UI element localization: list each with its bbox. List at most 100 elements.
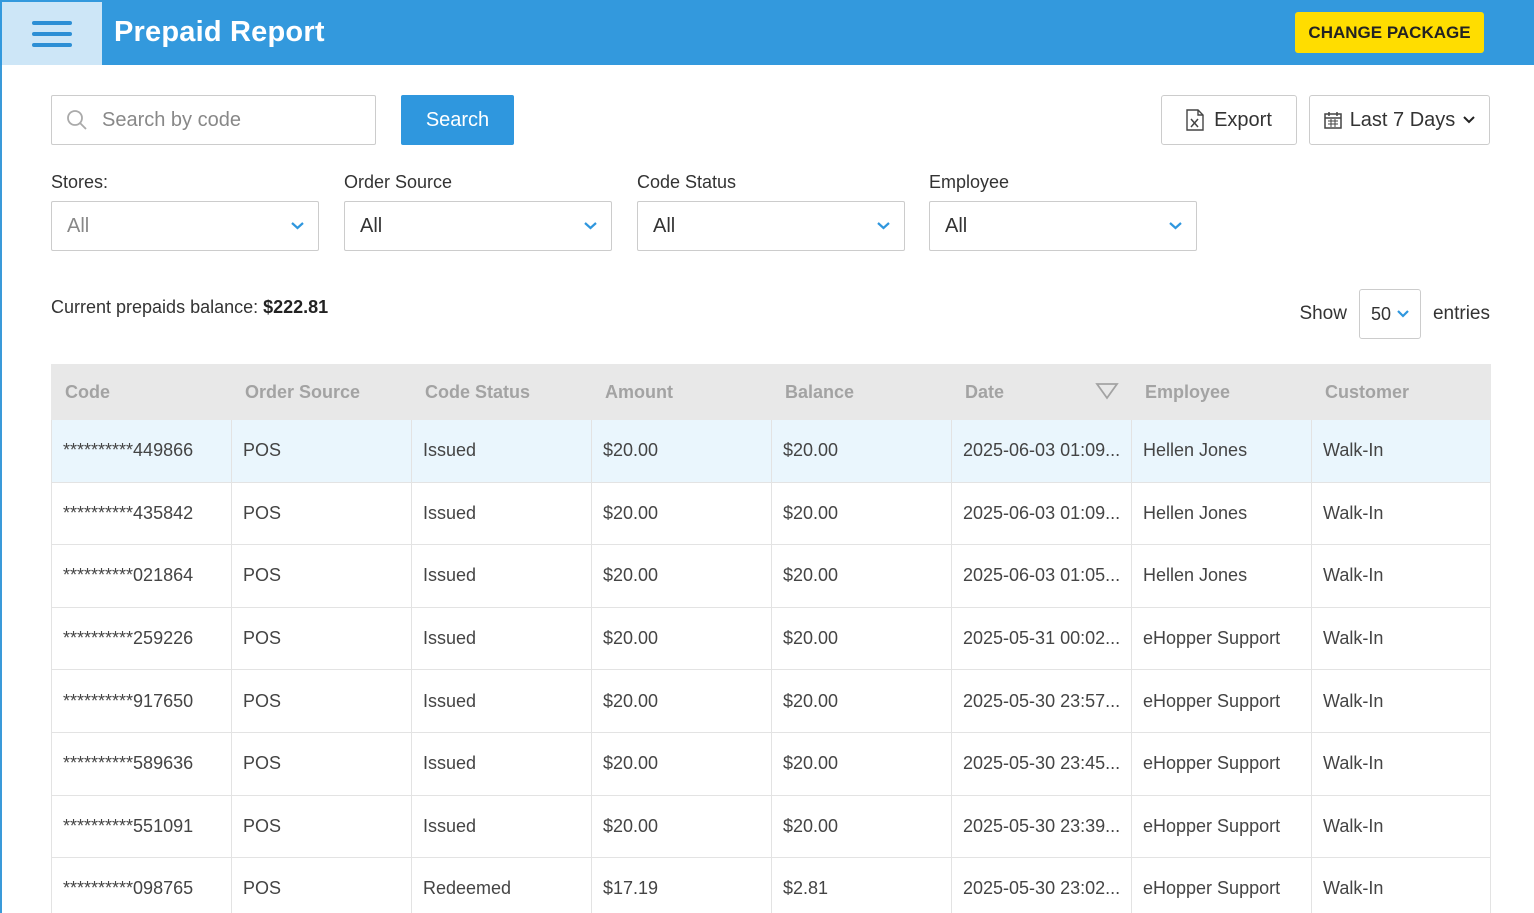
show-label: Show	[1299, 303, 1347, 324]
cell-code-status: Issued	[411, 420, 591, 482]
chevron-down-icon	[877, 222, 890, 230]
cell-order-source: POS	[231, 607, 411, 670]
cell-employee: Hellen Jones	[1131, 420, 1311, 482]
date-range-button[interactable]: Last 7 Days	[1309, 95, 1490, 145]
cell-balance: $20.00	[771, 670, 951, 732]
search-field	[51, 95, 376, 145]
top-bar: Prepaid Report CHANGE PACKAGE	[0, 0, 1534, 65]
column-header-amount[interactable]: Amount	[591, 364, 771, 420]
column-header-order-source[interactable]: Order Source	[231, 364, 411, 420]
table-row[interactable]: **********259226 POS Issued $20.00 $20.00 202…	[51, 607, 1491, 671]
cell-order-source: POS	[231, 858, 411, 913]
cell-date: 2025-05-30 23:45...	[951, 732, 1131, 795]
cell-amount: $20.00	[591, 607, 771, 670]
chevron-down-icon	[1463, 116, 1476, 124]
chevron-down-icon	[291, 222, 304, 230]
entries-select[interactable]: 50	[1358, 289, 1421, 339]
cell-code: **********098765	[51, 858, 231, 913]
order-source-select-value: All	[360, 214, 383, 237]
cell-amount: $20.00	[591, 545, 771, 607]
cell-order-source: POS	[231, 545, 411, 607]
order-source-filter-label: Order Source	[344, 172, 453, 192]
stores-select[interactable]: All	[51, 201, 319, 251]
cell-customer: Walk-In	[1311, 607, 1491, 670]
cell-code-status: Issued	[411, 732, 591, 795]
cell-code-status: Redeemed	[411, 858, 591, 913]
cell-balance: $20.00	[771, 420, 951, 482]
cell-balance: $20.00	[771, 482, 951, 545]
cell-amount: $20.00	[591, 732, 771, 795]
cell-order-source: POS	[231, 420, 411, 482]
cell-employee: eHopper Support	[1131, 670, 1311, 732]
cell-code: **********449866	[51, 420, 231, 482]
change-package-button[interactable]: CHANGE PACKAGE	[1295, 12, 1484, 53]
table-row[interactable]: **********551091 POS Issued $20.00 $20.00 202…	[51, 795, 1491, 859]
table-body: **********449866 POS Issued $20.00 $20.00 202…	[51, 420, 1491, 913]
cell-customer: Walk-In	[1311, 732, 1491, 795]
table-row[interactable]: **********917650 POS Issued $20.00 $20.00 202…	[51, 670, 1491, 733]
cell-code: **********551091	[51, 795, 231, 858]
stores-filter-label: Stores:	[51, 172, 109, 192]
page-title: Prepaid Report	[114, 16, 325, 48]
entries-control: Show 50 entries	[1299, 289, 1490, 339]
cell-customer: Walk-In	[1311, 670, 1491, 732]
cell-code: **********917650	[51, 670, 231, 732]
search-input[interactable]	[102, 108, 362, 132]
search-button[interactable]: Search	[401, 95, 514, 145]
cell-amount: $20.00	[591, 795, 771, 858]
export-label: Export	[1214, 108, 1272, 131]
cell-code-status: Issued	[411, 670, 591, 732]
cell-customer: Walk-In	[1311, 482, 1491, 545]
table-row[interactable]: **********589636 POS Issued $20.00 $20.00 202…	[51, 732, 1491, 796]
cell-code-status: Issued	[411, 795, 591, 858]
cell-customer: Walk-In	[1311, 858, 1491, 913]
cell-date: 2025-06-03 01:09...	[951, 482, 1131, 545]
cell-order-source: POS	[231, 670, 411, 732]
cell-balance: $2.81	[771, 858, 951, 913]
entries-select-value: 50	[1370, 303, 1391, 324]
column-header-code[interactable]: Code	[51, 364, 231, 420]
prepaid-balance-value: $222.81	[263, 297, 329, 317]
cell-amount: $20.00	[591, 482, 771, 545]
cell-employee: Hellen Jones	[1131, 482, 1311, 545]
table-row[interactable]: **********021864 POS Issued $20.00 $20.00 202…	[51, 545, 1491, 608]
cell-customer: Walk-In	[1311, 420, 1491, 482]
cell-code-status: Issued	[411, 607, 591, 670]
table-row[interactable]: **********449866 POS Issued $20.00 $20.00 202…	[51, 420, 1491, 483]
code-status-select[interactable]: All	[637, 201, 905, 251]
employee-select[interactable]: All	[929, 201, 1197, 251]
cell-code: **********021864	[51, 545, 231, 607]
cell-employee: eHopper Support	[1131, 607, 1311, 670]
employee-select-value: All	[945, 214, 968, 237]
column-header-date[interactable]: Date	[951, 364, 1131, 420]
chevron-down-icon	[1397, 310, 1409, 318]
order-source-select[interactable]: All	[344, 201, 612, 251]
cell-employee: eHopper Support	[1131, 732, 1311, 795]
sort-descending-icon	[1095, 383, 1119, 400]
hamburger-icon	[32, 20, 72, 47]
code-status-select-value: All	[653, 214, 676, 237]
column-header-balance[interactable]: Balance	[771, 364, 951, 420]
column-header-employee[interactable]: Employee	[1131, 364, 1311, 420]
column-header-customer[interactable]: Customer	[1311, 364, 1491, 420]
cell-employee: eHopper Support	[1131, 795, 1311, 858]
cell-date: 2025-05-30 23:57...	[951, 670, 1131, 732]
export-button[interactable]: Export	[1161, 95, 1297, 145]
cell-amount: $20.00	[591, 420, 771, 482]
menu-button[interactable]	[2, 2, 102, 65]
cell-date: 2025-06-03 01:05...	[951, 545, 1131, 607]
cell-code-status: Issued	[411, 482, 591, 545]
calendar-icon	[1323, 112, 1342, 129]
prepaid-table: Code Order Source Code Status Amount Bal…	[51, 364, 1491, 913]
cell-code: **********589636	[51, 732, 231, 795]
column-header-code-status[interactable]: Code Status	[411, 364, 591, 420]
cell-date: 2025-05-30 23:39...	[951, 795, 1131, 858]
table-row[interactable]: **********098765 POS Redeemed $17.19 $2.81 20…	[51, 858, 1491, 913]
table-row[interactable]: **********435842 POS Issued $20.00 $20.00 202…	[51, 482, 1491, 546]
cell-code: **********259226	[51, 607, 231, 670]
cell-date: 2025-06-03 01:09...	[951, 420, 1131, 482]
column-header-date-label: Date	[965, 381, 1005, 402]
cell-customer: Walk-In	[1311, 545, 1491, 607]
date-range-label: Last 7 Days	[1349, 108, 1456, 131]
code-status-filter-label: Code Status	[637, 172, 737, 192]
